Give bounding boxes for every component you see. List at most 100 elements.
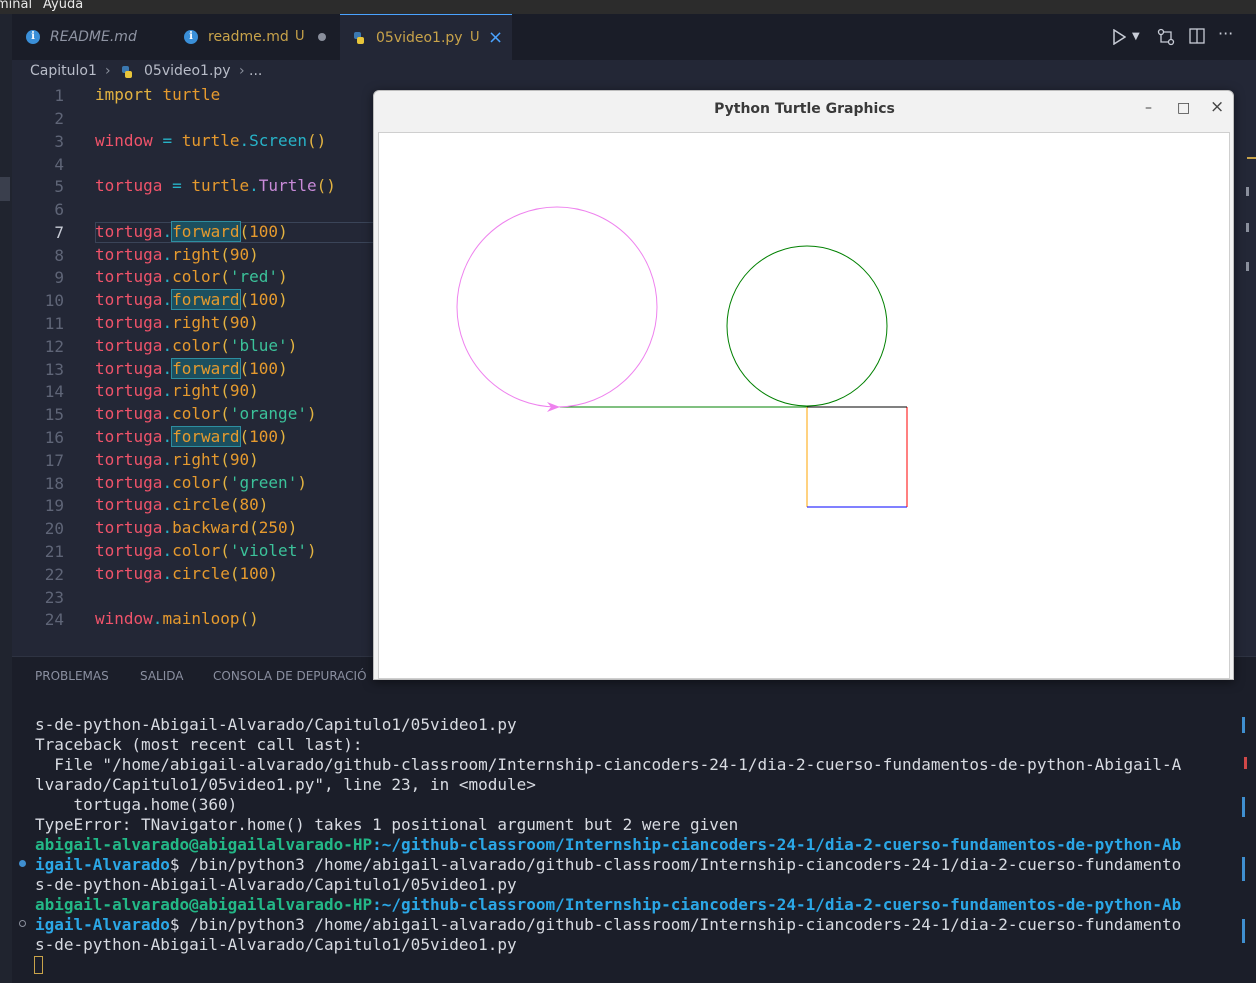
line-number: 5 <box>54 177 64 196</box>
terminal-command: igail-Alvarado$ /bin/python3 /home/abiga… <box>35 915 1181 934</box>
line-number: 22 <box>44 565 64 584</box>
breadcrumb-folder[interactable]: Capitulo1 <box>30 63 97 79</box>
chevron-right-icon: › <box>239 63 245 79</box>
terminal-line: File "/home/abigail-alvarado/github-clas… <box>35 755 1182 774</box>
line-number: 18 <box>44 474 64 493</box>
prompt-path: :~/github-classroom/Internship-ciancoder… <box>372 895 1182 914</box>
prompt-path: igail-Alvarado <box>35 915 170 934</box>
code-line: tortuga.right(90) <box>95 245 259 264</box>
turtle-graphics-window[interactable]: Python Turtle Graphics – □ × <box>373 90 1234 680</box>
line-number: 4 <box>54 155 64 174</box>
code-line: tortuga.right(90) <box>95 313 259 332</box>
line-number: 23 <box>44 588 64 607</box>
python-icon <box>122 66 132 78</box>
terminal-prompt: abigail-alvarado@abigailalvarado-HP:~/gi… <box>35 835 1181 854</box>
chevron-down-icon[interactable]: ▼ <box>1132 31 1140 42</box>
editor-tab-bar: i README.md i readme.md U 05video1.py U … <box>12 14 1256 60</box>
turtle-drawing <box>456 206 908 508</box>
window-title: Python Turtle Graphics <box>714 101 895 117</box>
code-line: tortuga.forward(100) <box>95 358 288 379</box>
line-number: 12 <box>44 337 64 356</box>
green-circle <box>726 245 888 407</box>
unsaved-dot-icon <box>318 33 326 41</box>
terminal-prompt: abigail-alvarado@abigailalvarado-HP:~/gi… <box>35 895 1181 914</box>
code-line: tortuga.right(90) <box>95 381 259 400</box>
line-number: 20 <box>44 519 64 538</box>
python-icon <box>354 32 364 44</box>
close-icon[interactable]: × <box>488 27 503 48</box>
line-number: 14 <box>44 382 64 401</box>
breadcrumb-more[interactable]: ... <box>249 63 262 79</box>
line-number: 21 <box>44 542 64 561</box>
code-line: window.mainloop() <box>95 609 259 628</box>
tab-05video1[interactable]: 05video1.py U × <box>340 14 512 60</box>
info-icon: i <box>26 30 40 44</box>
tab-output[interactable]: SALIDA <box>140 669 184 683</box>
tab-label: README.md <box>50 29 137 45</box>
split-editor-icon[interactable] <box>1189 28 1205 44</box>
tab-label: readme.md <box>208 29 289 45</box>
line-number: 17 <box>44 451 64 470</box>
code-line: tortuga.color('blue') <box>95 336 298 355</box>
command-text: $ /bin/python3 /home/abigail-alvarado/gi… <box>169 915 1182 934</box>
tab-readme-lower[interactable]: i readme.md U <box>170 14 340 60</box>
menu-item-help[interactable]: Ayuda <box>43 0 83 12</box>
info-icon: i <box>184 30 198 44</box>
code-line: tortuga.forward(100) <box>95 289 288 310</box>
code-line: tortuga.forward(100) <box>95 221 288 242</box>
run-icon[interactable] <box>1112 29 1126 45</box>
code-line: window = turtle.Screen() <box>95 131 327 150</box>
command-status-dot-icon[interactable] <box>19 920 26 927</box>
terminal-line: s-de-python-Abigail-Alvarado/Capitulo1/0… <box>35 935 517 954</box>
line-number: 11 <box>44 314 64 333</box>
line-number: 1 <box>54 86 64 105</box>
prompt-user: abigail-alvarado@abigailalvarado-HP <box>35 895 373 914</box>
code-line: import turtle <box>95 85 221 104</box>
minimize-icon[interactable]: – <box>1145 100 1152 116</box>
turtle-canvas[interactable] <box>378 132 1230 679</box>
tab-readme-upper[interactable]: i README.md <box>12 14 164 60</box>
tab-label: 05video1.py <box>376 30 463 46</box>
code-line: tortuga.circle(80) <box>95 495 269 514</box>
modified-badge: U <box>295 29 305 44</box>
line-number: 19 <box>44 496 64 515</box>
line-number: 16 <box>44 428 64 447</box>
modified-badge: U <box>470 30 480 45</box>
menu-item-terminal[interactable]: minal <box>0 0 32 12</box>
terminal-cursor <box>34 956 43 974</box>
tab-problems[interactable]: PROBLEMAS <box>35 669 109 683</box>
more-icon[interactable]: ··· <box>1218 24 1233 43</box>
line-number: 8 <box>54 246 64 265</box>
menu-bar: minal Ayuda <box>0 0 1256 14</box>
source-control-icon[interactable] <box>1157 28 1175 46</box>
activity-bar <box>0 14 12 983</box>
command-status-dot-icon[interactable] <box>19 860 26 867</box>
terminal-line: TypeError: TNavigator.home() takes 1 pos… <box>35 815 739 834</box>
line-number: 9 <box>54 268 64 287</box>
code-line: tortuga.forward(100) <box>95 426 288 447</box>
maximize-icon[interactable]: □ <box>1177 100 1190 116</box>
tab-debug-console[interactable]: CONSOLA DE DEPURACIÓ <box>213 669 367 683</box>
close-icon[interactable]: × <box>1210 97 1224 117</box>
line-number: 15 <box>44 405 64 424</box>
code-line: tortuga.right(90) <box>95 450 259 469</box>
prompt-path: :~/github-classroom/Internship-ciancoder… <box>372 835 1182 854</box>
violet-circle <box>456 206 658 408</box>
line-number: 7 <box>54 223 64 242</box>
line-number: 3 <box>54 132 64 151</box>
line-number: 2 <box>54 109 64 128</box>
code-line: tortuga.circle(100) <box>95 564 279 583</box>
terminal-command: igail-Alvarado$ /bin/python3 /home/abiga… <box>35 855 1181 874</box>
command-text: $ /bin/python3 /home/abigail-alvarado/gi… <box>169 855 1182 874</box>
code-line: tortuga.color('violet') <box>95 541 317 560</box>
code-line: tortuga.color('red') <box>95 267 288 286</box>
breadcrumb: Capitulo1 › 05video1.py › ... <box>12 60 1256 84</box>
chevron-right-icon: › <box>105 63 111 79</box>
line-number: 24 <box>44 610 64 629</box>
bottom-panel: PROBLEMAS SALIDA CONSOLA DE DEPURACIÓ s-… <box>12 656 1256 983</box>
terminal-line: lvarado/Capitulo1/05video1.py", line 23,… <box>35 775 536 794</box>
breadcrumb-file[interactable]: 05video1.py <box>144 63 231 79</box>
code-line: tortuga = turtle.Turtle() <box>95 176 336 195</box>
prompt-user: abigail-alvarado@abigailalvarado-HP <box>35 835 373 854</box>
terminal-line: tortuga.home(360) <box>35 795 238 814</box>
